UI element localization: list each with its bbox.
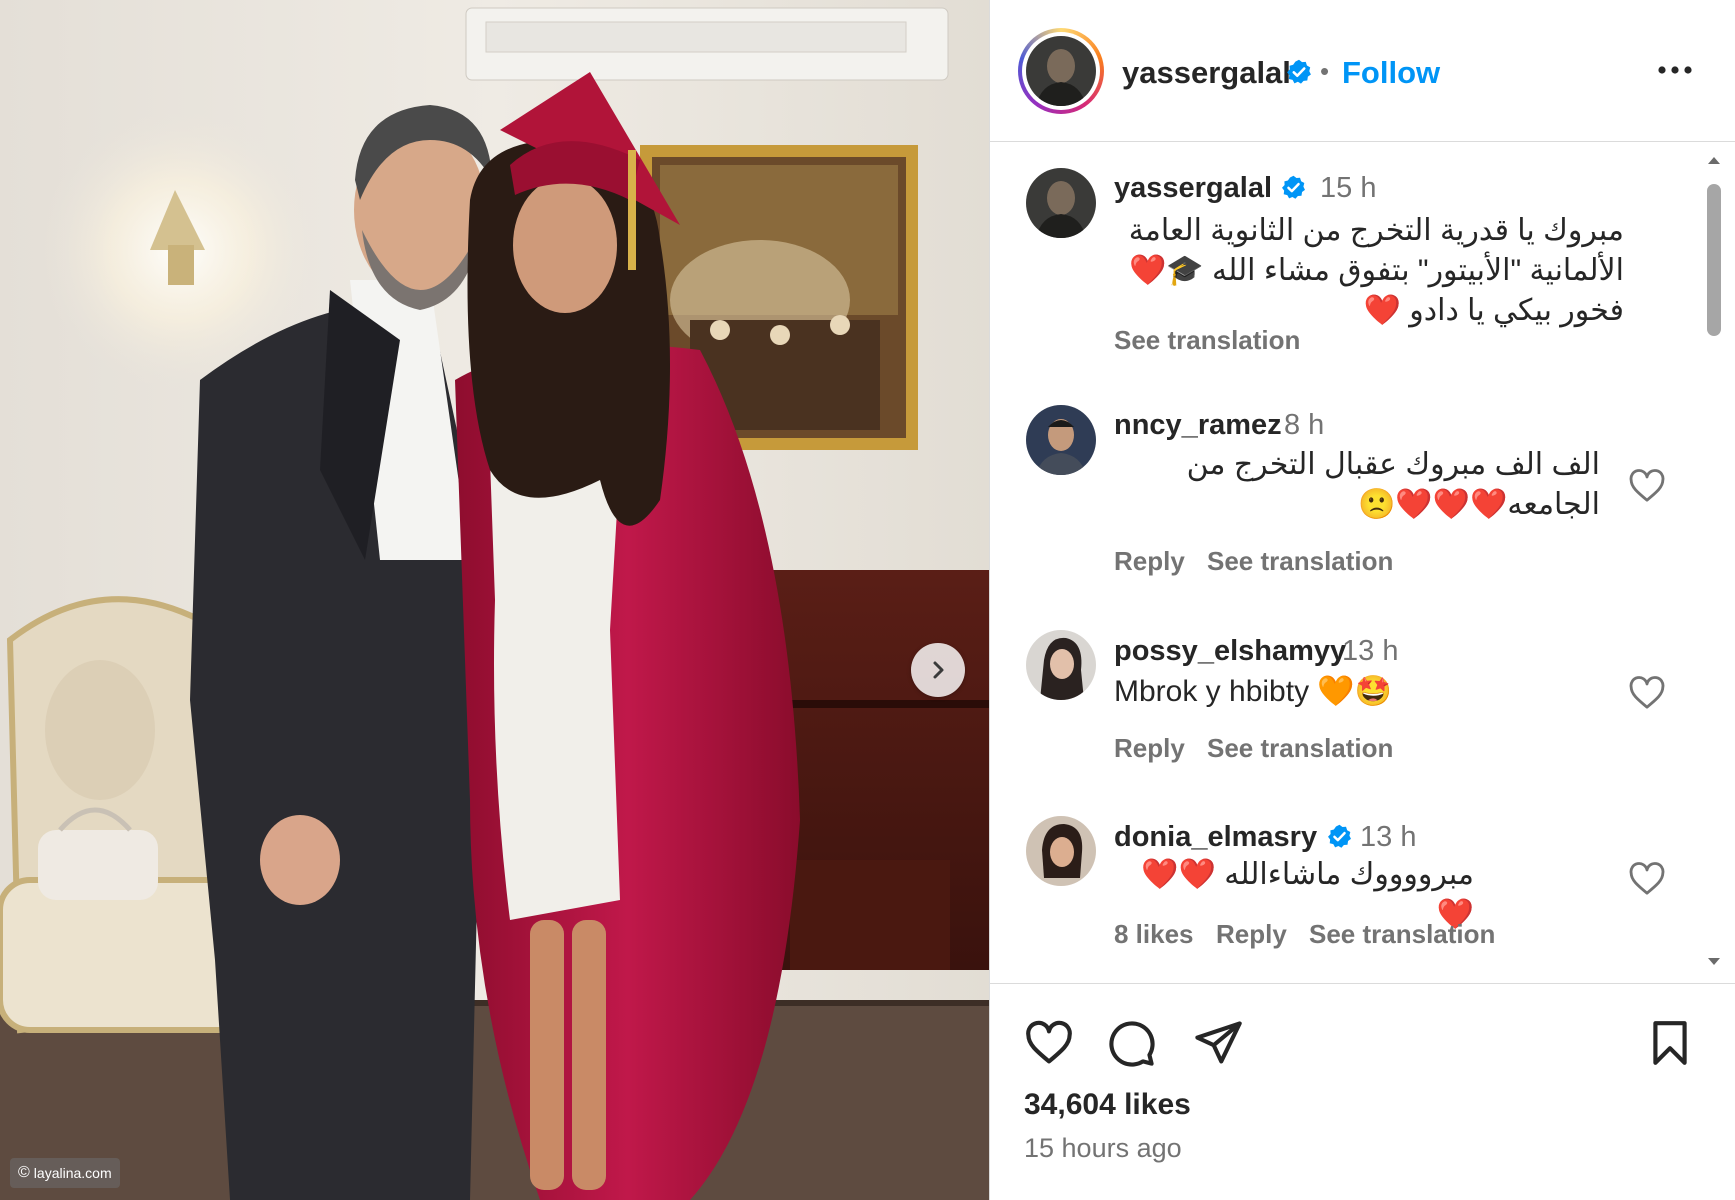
comment-avatar[interactable] [1026, 405, 1096, 475]
comment-like-icon[interactable] [1627, 673, 1667, 713]
comment-text: الف الف مبروك عقبال التخرج من الجامعه❤️❤… [1114, 445, 1600, 525]
watermark-text: layalina.com [33, 1165, 112, 1181]
header-separator: • [1320, 56, 1330, 86]
copyright-symbol: © [18, 1164, 30, 1181]
scroll-down-arrow-icon[interactable] [1704, 952, 1724, 972]
reply-link[interactable]: Reply [1114, 546, 1185, 577]
caption-line: الألمانية "الأبيتور" بتفوق مشاء الله 🎓❤️ [1128, 254, 1624, 287]
caption-line: مبروك يا قدرية التخرج من الثانوية العامة [1128, 214, 1624, 247]
verified-badge-icon [1287, 59, 1311, 84]
comment-line: الف الف مبروك عقبال التخرج من [1186, 448, 1600, 481]
comment-likes-count[interactable]: 8 likes [1114, 919, 1194, 950]
comments-scrollbar[interactable] [1704, 150, 1724, 972]
follow-button[interactable]: Follow [1342, 55, 1440, 91]
comment-icon [1109, 1021, 1155, 1067]
bookmark-icon [1653, 1021, 1687, 1065]
avatar [1026, 36, 1096, 106]
watermark: © layalina.com [10, 1158, 120, 1188]
comment-text: Mbrok y hbibty 🧡🤩 [1114, 675, 1393, 708]
more-options-button[interactable] [1650, 50, 1700, 90]
story-ring[interactable] [1018, 28, 1104, 114]
post-timestamp: 15 hours ago [1024, 1133, 1182, 1163]
caption-username[interactable]: yassergalal [1114, 172, 1272, 205]
reply-link[interactable]: Reply [1114, 733, 1185, 764]
share-button[interactable] [1187, 1012, 1249, 1074]
chevron-right-icon [933, 661, 944, 679]
comment-like-icon[interactable] [1627, 859, 1667, 899]
post-photo[interactable]: © layalina.com [0, 0, 990, 1200]
caption-timestamp: 15 h [1320, 172, 1377, 204]
caption-avatar[interactable] [1026, 168, 1096, 238]
likes-count[interactable]: 34,604 likes [1024, 1088, 1191, 1122]
save-button[interactable] [1639, 1012, 1701, 1074]
heart-icon [1026, 1020, 1072, 1064]
comment-button[interactable] [1100, 1012, 1162, 1074]
see-translation-link[interactable]: See translation [1114, 325, 1300, 356]
post-footer: 34,604 likes 15 hours ago [990, 983, 1735, 1200]
comment-username[interactable]: donia_elmasry [1114, 821, 1317, 854]
verified-badge-icon [1282, 175, 1305, 199]
comment-like-icon[interactable] [1627, 466, 1667, 506]
scroll-up-arrow-icon[interactable] [1704, 150, 1724, 170]
send-icon [1195, 1021, 1242, 1064]
next-photo-button[interactable] [911, 643, 965, 697]
header-username[interactable]: yassergalal [1122, 55, 1291, 91]
see-translation-link[interactable]: See translation [1207, 546, 1393, 577]
comment-username[interactable]: possy_elshamyy [1114, 635, 1346, 668]
comment-timestamp: 13 h [1360, 821, 1417, 853]
comments-list[interactable]: yassergalal 15 h مبروك يا قدرية التخرج م… [990, 143, 1735, 983]
comment-avatar[interactable] [1026, 630, 1096, 700]
caption-text: مبروك يا قدرية التخرج من الثانوية العامة… [1114, 211, 1624, 331]
comment-line: الجامعه❤️❤️❤️🙁 [1357, 488, 1600, 521]
comment-username[interactable]: nncy_ramez [1114, 409, 1282, 442]
verified-badge-icon [1328, 824, 1351, 848]
see-translation-link[interactable]: See translation [1207, 733, 1393, 764]
scrollbar-thumb[interactable] [1707, 184, 1721, 336]
like-button[interactable] [1018, 1012, 1080, 1074]
comment-avatar[interactable] [1026, 816, 1096, 886]
see-translation-link[interactable]: See translation [1309, 919, 1495, 950]
more-horizontal-icon [1658, 66, 1692, 74]
comment-timestamp: 13 h [1342, 635, 1399, 667]
post-photo-image [0, 0, 989, 1200]
post-details-panel: yassergalal • Follow yassergalal 15 h مب… [990, 0, 1735, 1200]
reply-link[interactable]: Reply [1216, 919, 1287, 950]
comment-timestamp: 8 h [1284, 409, 1325, 441]
post-header: yassergalal • Follow [990, 0, 1735, 142]
